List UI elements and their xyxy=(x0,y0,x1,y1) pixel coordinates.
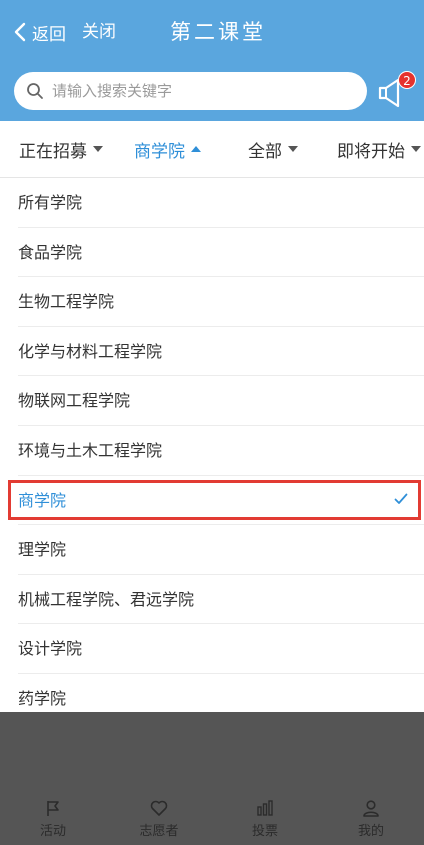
filter-category[interactable]: 全部 xyxy=(248,121,298,177)
college-option-selected[interactable]: 商学院 xyxy=(18,476,424,526)
college-option[interactable]: 理学院 xyxy=(18,525,424,575)
caret-down-icon xyxy=(288,146,298,152)
college-option[interactable]: 设计学院 xyxy=(18,624,424,674)
bottom-tab-bar: 活动 志愿者 投票 我的 xyxy=(0,790,424,845)
search-icon xyxy=(27,83,43,99)
tab-volunteer-label: 志愿者 xyxy=(139,824,179,839)
back-label: 返回 xyxy=(32,24,66,45)
filter-status-label: 正在招募 xyxy=(19,141,87,162)
tab-activity[interactable]: 活动 xyxy=(0,790,106,845)
filter-status[interactable]: 正在招募 xyxy=(19,121,103,177)
flag-icon xyxy=(47,801,59,816)
tab-mine[interactable]: 我的 xyxy=(318,790,424,845)
filter-category-label: 全部 xyxy=(248,141,282,162)
caret-down-icon xyxy=(93,146,103,152)
close-button[interactable]: 关闭 xyxy=(82,18,116,46)
college-option[interactable]: 化学与材料工程学院 xyxy=(18,327,424,377)
college-option[interactable]: 所有学院 xyxy=(18,178,424,228)
chevron-left-icon xyxy=(14,22,26,42)
college-option-label: 商学院 xyxy=(18,490,67,510)
filter-bar: 正在招募 商学院 全部 即将开始 xyxy=(0,121,424,178)
page-title: 第二课堂 xyxy=(170,20,266,44)
heart-icon xyxy=(150,800,168,816)
header-bar: 返回 关闭 第二课堂 2 xyxy=(0,0,424,121)
filter-time[interactable]: 即将开始 xyxy=(337,121,421,177)
caret-down-icon xyxy=(411,146,421,152)
search-bar[interactable] xyxy=(14,72,367,110)
filter-time-label: 即将开始 xyxy=(337,141,405,162)
nav-row: 返回 关闭 第二课堂 xyxy=(0,12,424,52)
tab-activity-label: 活动 xyxy=(39,824,66,839)
college-option[interactable]: 环境与土木工程学院 xyxy=(18,426,424,476)
college-option[interactable]: 物联网工程学院 xyxy=(18,376,424,426)
college-option[interactable]: 食品学院 xyxy=(18,228,424,278)
tab-vote-label: 投票 xyxy=(251,824,278,839)
filter-college-label: 商学院 xyxy=(134,141,185,162)
filter-college[interactable]: 商学院 xyxy=(134,121,201,177)
tab-vote[interactable]: 投票 xyxy=(212,790,318,845)
bar-chart-icon xyxy=(257,800,273,816)
caret-up-icon xyxy=(191,146,201,152)
notification-badge: 2 xyxy=(398,71,416,89)
user-icon xyxy=(363,800,379,817)
college-dropdown-list: 所有学院 食品学院 生物工程学院 化学与材料工程学院 物联网工程学院 环境与土木… xyxy=(0,178,424,724)
checkmark-icon xyxy=(394,493,408,504)
back-button[interactable]: 返回 xyxy=(14,18,66,46)
search-input[interactable] xyxy=(52,82,342,100)
college-option[interactable]: 机械工程学院、君远学院 xyxy=(18,575,424,625)
tab-mine-label: 我的 xyxy=(357,824,384,839)
college-option[interactable]: 生物工程学院 xyxy=(18,277,424,327)
tab-volunteer[interactable]: 志愿者 xyxy=(106,790,212,845)
